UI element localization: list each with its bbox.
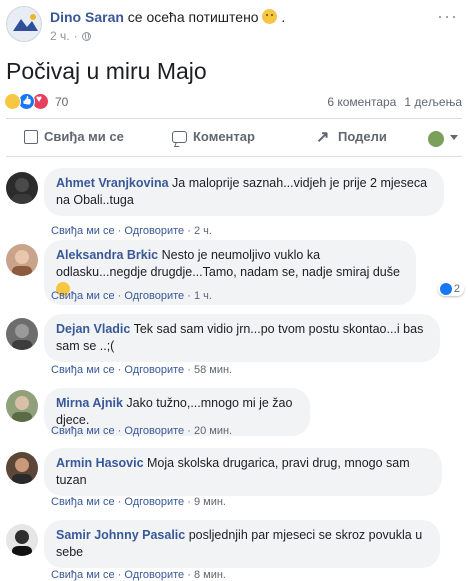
separator-dot: ·: [117, 569, 122, 581]
comment-like-link[interactable]: Свиђа ми се: [51, 496, 115, 508]
action-bar: Свиђа ми се Коментар Подели: [0, 121, 468, 155]
author-name[interactable]: Dino Saran: [50, 9, 124, 25]
post-meta: 2 ч. ·: [50, 29, 91, 43]
comment-actions: Свиђа ми се · Одговорите · 1 ч.: [51, 290, 212, 302]
comment-bubble: Dejan Vladic Tek sad sam vidio jrn...po …: [44, 314, 440, 362]
feeling-period: .: [281, 9, 286, 25]
commenter-avatar[interactable]: [6, 318, 38, 350]
divider: [6, 118, 462, 119]
thumbs-up-icon: [24, 129, 38, 144]
comment-like-link[interactable]: Свиђа ми се: [51, 290, 115, 302]
commenter-name[interactable]: Mirna Ajnik: [56, 396, 123, 410]
share-count-link[interactable]: 1 дељења: [404, 95, 462, 109]
viewer-avatar[interactable]: [428, 131, 444, 147]
reaction-summary[interactable]: 70: [4, 93, 68, 110]
separator-dot: ·: [117, 290, 122, 302]
comment-label: Коментар: [193, 129, 255, 144]
separator-dot: ·: [187, 569, 191, 581]
meta-dot: ·: [73, 29, 78, 43]
comment-actions: Свиђа ми се · Одговорите · 2 ч.: [51, 225, 212, 237]
commenter-name[interactable]: Aleksandra Brkic: [56, 248, 158, 262]
divider: [6, 156, 462, 157]
separator-dot: ·: [187, 290, 191, 302]
comment-time[interactable]: 20 мин.: [194, 425, 232, 437]
separator-dot: ·: [187, 496, 191, 508]
avatar-photo-icon: [6, 172, 38, 204]
comment-actions: Свиђа ми се · Одговорите · 58 мин.: [51, 364, 232, 376]
reaction-count: 70: [55, 94, 69, 109]
avatar-photo-icon: [6, 452, 38, 484]
sad-reaction-icon: [4, 93, 21, 110]
speech-bubble-icon: [172, 130, 187, 143]
separator-dot: ·: [117, 496, 122, 508]
author-avatar[interactable]: [6, 6, 42, 42]
commenter-name[interactable]: Samir Johnny Pasalic: [56, 528, 185, 542]
commenter-avatar[interactable]: [6, 244, 38, 276]
reply-link[interactable]: Одговорите: [124, 425, 184, 437]
ellipsis-icon[interactable]: ···: [437, 6, 458, 27]
commenter-name[interactable]: Ahmet Vranjkovina: [56, 176, 169, 190]
separator-dot: ·: [117, 225, 122, 237]
comment-bubble: Ahmet Vranjkovina Ja maloprije saznah...…: [44, 168, 444, 216]
separator-dot: ·: [187, 364, 191, 376]
comment-button[interactable]: Коментар: [172, 129, 255, 144]
comment-like-count: 2: [453, 283, 460, 295]
comment-bubble: Samir Johnny Pasalic posljednjih par mje…: [44, 520, 440, 568]
comment-like-link[interactable]: Свиђа ми се: [51, 364, 115, 376]
comment-actions: Свиђа ми се · Одговорите · 9 мин.: [51, 496, 226, 508]
feeling-text: се осећа потиштено: [127, 9, 259, 25]
separator-dot: ·: [187, 425, 191, 437]
avatar-photo-icon: [6, 244, 38, 276]
comment-bubble: Armin Hasovic Moja skolska drugarica, pr…: [44, 448, 442, 496]
commenter-avatar[interactable]: [6, 390, 38, 422]
comment-actions: Свиђа ми се · Одговорите · 20 мин.: [51, 425, 232, 437]
engagement-counts: 6 коментара 1 дељења: [327, 95, 462, 109]
globe-icon[interactable]: [81, 31, 91, 41]
commenter-avatar[interactable]: [6, 172, 38, 204]
comment-like-link[interactable]: Свиђа ми се: [51, 225, 115, 237]
share-label: Подели: [338, 129, 387, 144]
comment-like-link[interactable]: Свиђа ми се: [51, 569, 115, 581]
sad-face-icon: [262, 9, 278, 24]
author-line: Dino Saran се осећа потиштено .: [50, 9, 285, 25]
avatar-photo-icon: [6, 318, 38, 350]
comment-time[interactable]: 2 ч.: [194, 225, 212, 237]
avatar-photo-icon: [6, 524, 38, 556]
separator-dot: ·: [117, 425, 122, 437]
reply-link[interactable]: Одговорите: [124, 290, 184, 302]
chevron-down-icon[interactable]: [450, 135, 458, 140]
separator-dot: ·: [117, 364, 122, 376]
comment-count-link[interactable]: 6 коментара: [327, 95, 396, 109]
comment-actions: Свиђа ми се · Одговорите · 8 мин.: [51, 569, 226, 581]
like-button[interactable]: Свиђа ми се: [24, 129, 124, 144]
like-reaction-icon: [439, 283, 452, 295]
comment-time[interactable]: 9 мин.: [194, 496, 226, 508]
commenter-name[interactable]: Armin Hasovic: [56, 456, 144, 470]
reply-link[interactable]: Одговорите: [124, 569, 184, 581]
post-text: Počivaj u miru Majo: [6, 58, 207, 84]
share-arrow-icon: [316, 127, 332, 147]
commenter-avatar[interactable]: [6, 524, 38, 556]
post-header: Dino Saran се осећа потиштено . 2 ч. · ·…: [0, 0, 468, 48]
comment-time[interactable]: 58 мин.: [194, 364, 232, 376]
reply-link[interactable]: Одговорите: [124, 496, 184, 508]
comment-like-link[interactable]: Свиђа ми се: [51, 425, 115, 437]
comment-time[interactable]: 1 ч.: [194, 290, 212, 302]
separator-dot: ·: [187, 225, 191, 237]
comment-time[interactable]: 8 мин.: [194, 569, 226, 581]
avatar-image-icon: [7, 7, 41, 41]
comment-reaction-badge[interactable]: 2: [437, 282, 464, 296]
share-button[interactable]: Подели: [316, 127, 387, 147]
commenter-avatar[interactable]: [6, 452, 38, 484]
like-label: Свиђа ми се: [44, 129, 124, 144]
avatar-photo-icon: [6, 390, 38, 422]
reply-link[interactable]: Одговорите: [124, 225, 184, 237]
commenter-name[interactable]: Dejan Vladic: [56, 322, 130, 336]
post-time[interactable]: 2 ч.: [50, 29, 70, 43]
reply-link[interactable]: Одговорите: [124, 364, 184, 376]
